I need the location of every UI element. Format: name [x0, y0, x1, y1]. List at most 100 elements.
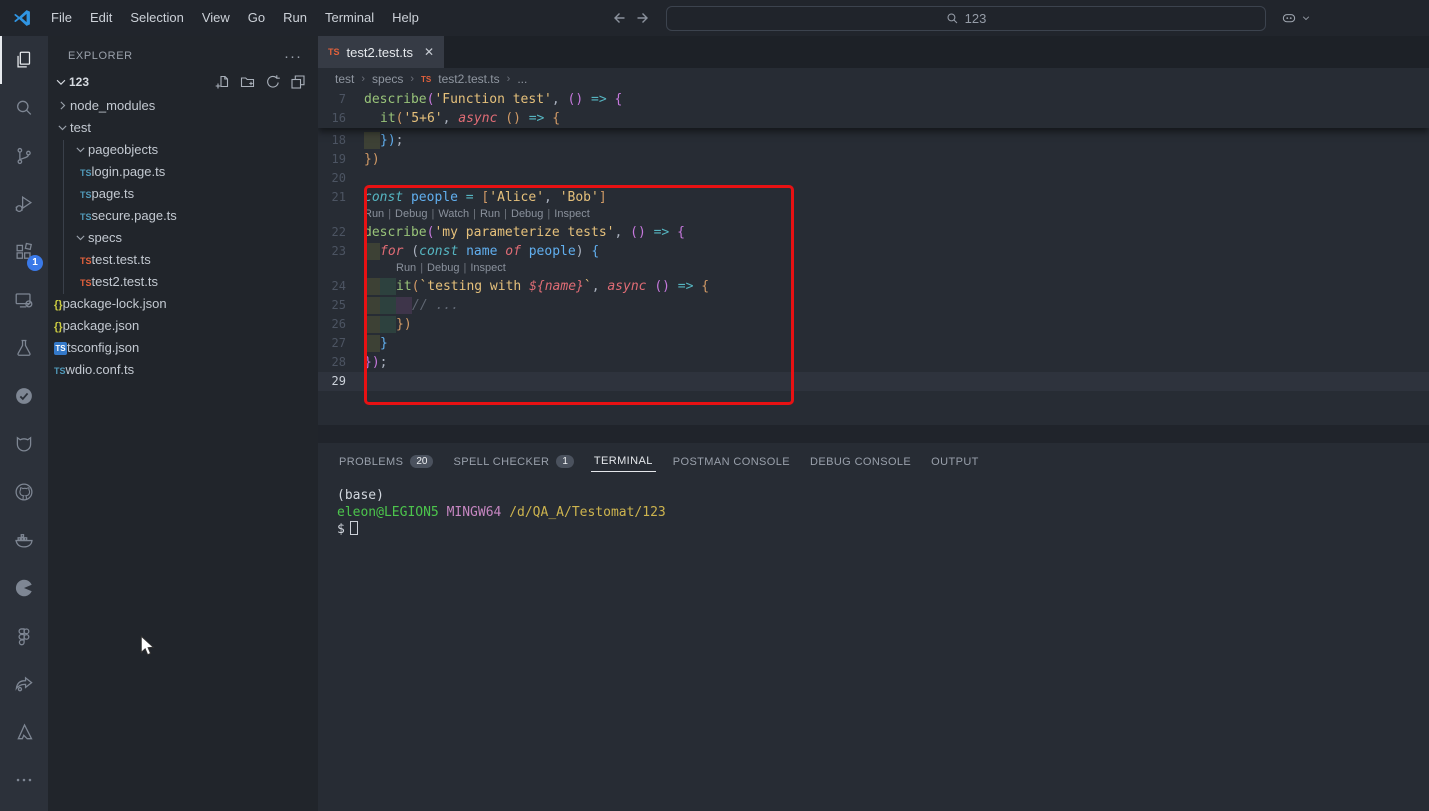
- code-line-28[interactable]: 28});: [318, 353, 1429, 372]
- terminal-line: (base): [337, 487, 1429, 504]
- panel-tab-output[interactable]: OUTPUT: [928, 452, 982, 472]
- activity-testing-beaker[interactable]: [0, 324, 48, 372]
- json-file-icon: {}: [54, 318, 63, 333]
- tree-item-pageobjects[interactable]: pageobjects: [48, 138, 318, 160]
- token: ,: [614, 225, 630, 240]
- tree-item-test-test-ts[interactable]: TStest.test.ts: [48, 248, 318, 270]
- refresh-icon[interactable]: [265, 74, 281, 90]
- codelens-watch[interactable]: Watch: [438, 208, 469, 220]
- vscode-logo-icon: [12, 8, 32, 28]
- activity-more[interactable]: [0, 756, 48, 804]
- codelens-run[interactable]: Run: [364, 208, 384, 220]
- command-center-search[interactable]: 123: [666, 6, 1266, 31]
- menu-run[interactable]: Run: [274, 0, 316, 36]
- code-line-21[interactable]: 21const people = ['Alice', 'Bob']: [318, 188, 1429, 207]
- activity-run-and-debug[interactable]: [0, 180, 48, 228]
- tree-item-secure-page-ts[interactable]: TSsecure.page.ts: [48, 204, 318, 226]
- codelens-debug[interactable]: Debug: [511, 208, 543, 220]
- menu-go[interactable]: Go: [239, 0, 274, 36]
- code-line-22[interactable]: 22describe('my parameterize tests', () =…: [318, 223, 1429, 242]
- new-folder-icon[interactable]: [240, 74, 256, 90]
- breadcrumb-item-[interactable]: ...: [517, 72, 527, 86]
- menu-file[interactable]: File: [42, 0, 81, 36]
- activity-figma[interactable]: [0, 612, 48, 660]
- indent-rainbow-block: [364, 132, 380, 149]
- code-line-19[interactable]: 19}): [318, 150, 1429, 169]
- activity-github[interactable]: [0, 468, 48, 516]
- line-content: for (const name of people) {: [364, 242, 1429, 261]
- project-header[interactable]: 123: [48, 70, 318, 94]
- code-line-7[interactable]: 7describe('Function test', () => {: [318, 90, 1429, 109]
- code-line-24[interactable]: 24it(`testing with ${name}`, async () =>…: [318, 277, 1429, 296]
- code-line-16[interactable]: 16it('5+6', async () => {: [318, 109, 1429, 128]
- new-file-icon[interactable]: [215, 74, 231, 90]
- tree-item-package-json[interactable]: {}package.json: [48, 314, 318, 336]
- activity-docker[interactable]: [0, 516, 48, 564]
- panel-tab-spell-checker[interactable]: SPELL CHECKER1: [450, 451, 576, 472]
- token: describe: [364, 225, 427, 240]
- activity-search[interactable]: [0, 84, 48, 132]
- activity-cat[interactable]: [0, 420, 48, 468]
- code-line-27[interactable]: 27}: [318, 334, 1429, 353]
- tree-item-login-page-ts[interactable]: TSlogin.page.ts: [48, 160, 318, 182]
- menu-help[interactable]: Help: [383, 0, 428, 36]
- codelens-run[interactable]: Run: [480, 208, 500, 220]
- line-content: describe('my parameterize tests', () => …: [364, 223, 1429, 242]
- line-number: 7: [318, 90, 364, 109]
- token: {: [552, 111, 560, 126]
- breadcrumb-item-specs[interactable]: specs: [372, 72, 403, 86]
- activity-pie-circle[interactable]: [0, 564, 48, 612]
- tree-item-node-modules[interactable]: node_modules: [48, 94, 318, 116]
- menu-edit[interactable]: Edit: [81, 0, 121, 36]
- panel-tab-problems[interactable]: PROBLEMS20: [336, 451, 436, 472]
- token: ,: [443, 111, 459, 126]
- breadcrumb-item-test2-test-ts[interactable]: test2.test.ts: [438, 72, 499, 86]
- collapse-all-icon[interactable]: [290, 74, 306, 90]
- activity-extensions[interactable]: 1: [0, 228, 48, 276]
- activity-remote-explorer[interactable]: [0, 276, 48, 324]
- codelens-run[interactable]: Run: [396, 262, 416, 274]
- breadcrumb-item-test[interactable]: test: [335, 72, 354, 86]
- activity-check-circle[interactable]: [0, 372, 48, 420]
- codelens-debug[interactable]: Debug: [395, 208, 427, 220]
- sidebar-more-actions-icon[interactable]: ···: [284, 48, 302, 65]
- activity-share[interactable]: [0, 660, 48, 708]
- codelens-inspect[interactable]: Inspect: [470, 262, 505, 274]
- token: }): [364, 355, 380, 370]
- panel-tab-debug-console[interactable]: DEBUG CONSOLE: [807, 452, 914, 472]
- code-line-25[interactable]: 25// ...: [318, 296, 1429, 315]
- code-line-26[interactable]: 26}): [318, 315, 1429, 334]
- code-line-29[interactable]: 29: [318, 372, 1429, 391]
- breadcrumb: test›specs›TStest2.test.ts›...: [318, 68, 1429, 90]
- panel-tab-terminal[interactable]: TERMINAL: [591, 451, 656, 472]
- codelens-debug[interactable]: Debug: [427, 262, 459, 274]
- terminal[interactable]: (base) eleon@LEGION5 MINGW64 /d/QA_A/Tes…: [318, 480, 1429, 538]
- menu-terminal[interactable]: Terminal: [316, 0, 383, 36]
- tree-item-tsconfig-json[interactable]: TStsconfig.json: [48, 336, 318, 358]
- tree-item-specs[interactable]: specs: [48, 226, 318, 248]
- tree-item-page-ts[interactable]: TSpage.ts: [48, 182, 318, 204]
- tab-test2-test-ts[interactable]: TS test2.test.ts ✕: [318, 36, 444, 68]
- code-line-20[interactable]: 20: [318, 169, 1429, 188]
- panel-tab-postman-console[interactable]: POSTMAN CONSOLE: [670, 452, 793, 472]
- code-editor[interactable]: 7describe('Function test', () => {16it('…: [318, 90, 1429, 443]
- tree-item-test2-test-ts[interactable]: TStest2.test.ts: [48, 270, 318, 292]
- activity-explorer[interactable]: [0, 36, 48, 84]
- activity-source-control[interactable]: [0, 132, 48, 180]
- code-line-23[interactable]: 23for (const name of people) {: [318, 242, 1429, 261]
- tree-item-test[interactable]: test: [48, 116, 318, 138]
- line-number: 23: [318, 242, 364, 261]
- menu-view[interactable]: View: [193, 0, 239, 36]
- copilot-menu[interactable]: [1280, 9, 1311, 27]
- tree-item-wdio-conf-ts[interactable]: TSwdio.conf.ts: [48, 358, 318, 380]
- forward-icon[interactable]: [636, 10, 652, 26]
- check-circle-icon: [13, 385, 35, 407]
- close-icon[interactable]: ✕: [424, 45, 434, 59]
- codelens-inspect[interactable]: Inspect: [554, 208, 589, 220]
- menu-selection[interactable]: Selection: [121, 0, 192, 36]
- token: {: [614, 92, 622, 107]
- activity-azure[interactable]: [0, 708, 48, 756]
- code-line-18[interactable]: 18});: [318, 131, 1429, 150]
- tree-item-package-lock-json[interactable]: {}package-lock.json: [48, 292, 318, 314]
- back-icon[interactable]: [610, 10, 626, 26]
